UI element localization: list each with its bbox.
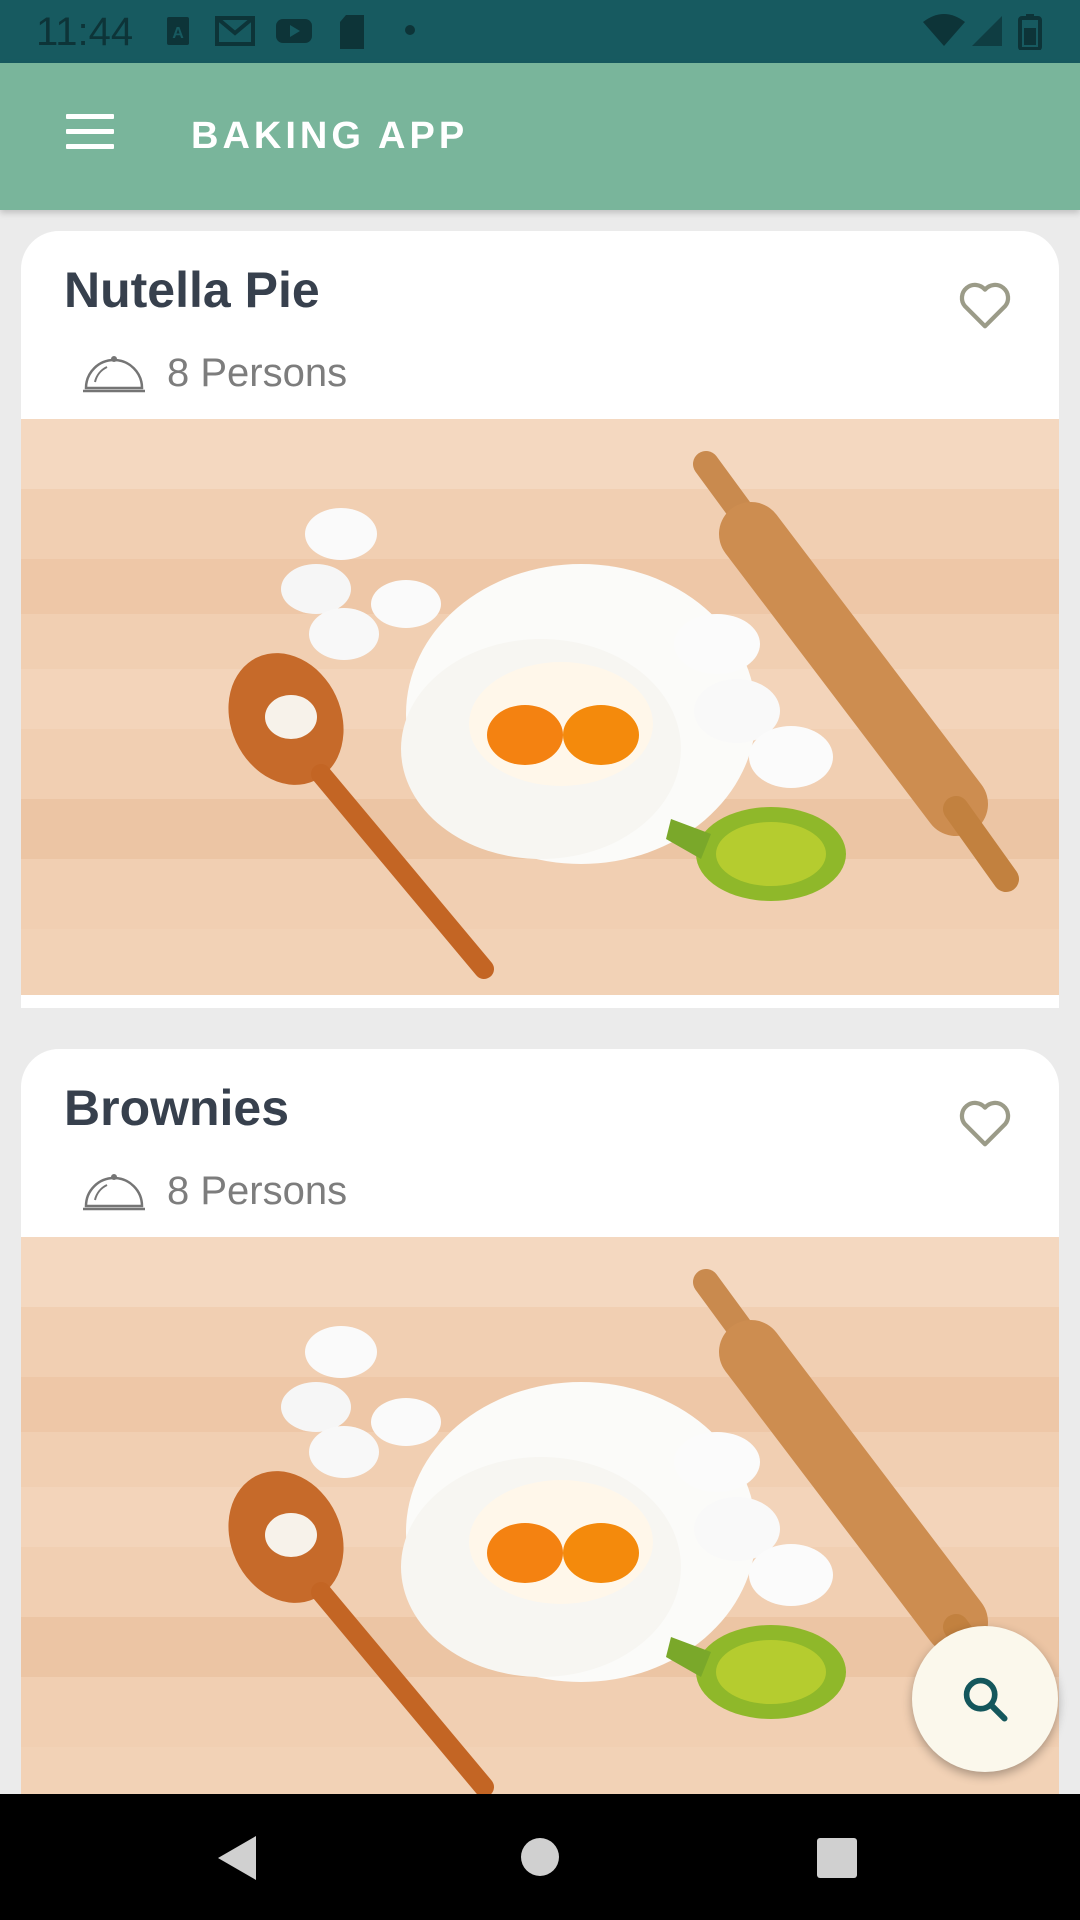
servings-text: 8 Persons <box>167 351 348 395</box>
back-icon[interactable] <box>216 1834 258 1882</box>
status-bar: 11:44 A <box>0 0 1080 63</box>
status-time: 11:44 <box>36 10 134 54</box>
recipe-title: Nutella Pie <box>64 262 320 318</box>
servings-row: 8 Persons <box>81 1169 347 1214</box>
recipe-image <box>21 419 1059 995</box>
recipe-image <box>21 1237 1059 1794</box>
signal-icon <box>972 16 1002 46</box>
recipe-card[interactable]: Nutella Pie 8 Persons <box>21 231 1059 1008</box>
youtube-icon <box>276 19 312 43</box>
servings-row: 8 Persons <box>81 351 347 396</box>
cloche-icon <box>83 355 145 392</box>
app-bar: BAKING APP <box>0 63 1080 210</box>
search-icon <box>963 1677 1008 1722</box>
recents-icon[interactable] <box>817 1838 857 1878</box>
recipe-title: Brownies <box>64 1080 290 1136</box>
cloche-icon <box>83 1173 145 1210</box>
heart-icon[interactable] <box>956 279 1014 331</box>
heart-icon[interactable] <box>956 1097 1014 1149</box>
wifi-icon <box>923 14 965 46</box>
home-icon[interactable] <box>520 1837 560 1877</box>
navigation-bar <box>0 1794 1080 1920</box>
dot-icon <box>405 25 415 35</box>
hamburger-menu-icon[interactable] <box>66 114 126 160</box>
app-title: BAKING APP <box>191 115 469 157</box>
mail-icon <box>215 16 255 46</box>
sd-card-icon <box>340 15 364 49</box>
recipe-card[interactable]: Brownies 8 Persons <box>21 1049 1059 1794</box>
battery-icon <box>1018 14 1042 50</box>
svg-text:A: A <box>172 25 184 42</box>
a-icon: A <box>167 17 189 45</box>
search-button[interactable] <box>912 1626 1058 1772</box>
servings-text: 8 Persons <box>167 1169 348 1213</box>
card-footer <box>21 995 1059 1007</box>
